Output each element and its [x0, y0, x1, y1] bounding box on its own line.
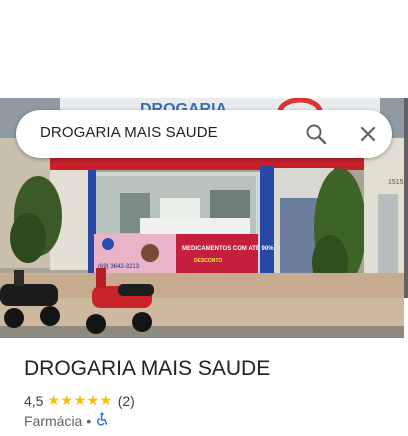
close-icon[interactable]: [356, 122, 380, 146]
house-number: 1515: [388, 179, 404, 186]
search-bar[interactable]: DROGARIA MAIS SAUDE: [16, 110, 392, 158]
banner-sub: DESCONTO: [194, 258, 222, 264]
svg-text:MEDICAMENTOS COM ATÉ 90%: MEDICAMENTOS COM ATÉ 90%: [182, 244, 274, 252]
banner-text: MEDICAMENTOS COM ATÉ 90%: [182, 244, 274, 252]
wheelchair-accessible-icon: [95, 412, 109, 429]
rating-value: 4,5: [24, 392, 44, 409]
place-title: DROGARIA MAIS SAUDE: [24, 357, 271, 380]
review-count[interactable]: (2): [118, 393, 135, 409]
search-icon[interactable]: [304, 122, 328, 146]
scrollbar[interactable]: [404, 98, 408, 298]
place-category: Farmácia: [24, 412, 83, 429]
separator: •: [86, 412, 92, 429]
category-row: Farmácia •: [24, 412, 109, 429]
place-info-panel: DROGARIA MAIS SAUDE 4,5 ★★★★★ (2) Farmác…: [0, 338, 408, 436]
search-input[interactable]: DROGARIA MAIS SAUDE: [40, 124, 218, 141]
star-rating-icon: ★★★★★: [47, 392, 113, 408]
rating-row[interactable]: 4,5 ★★★★★ (2): [24, 392, 135, 409]
